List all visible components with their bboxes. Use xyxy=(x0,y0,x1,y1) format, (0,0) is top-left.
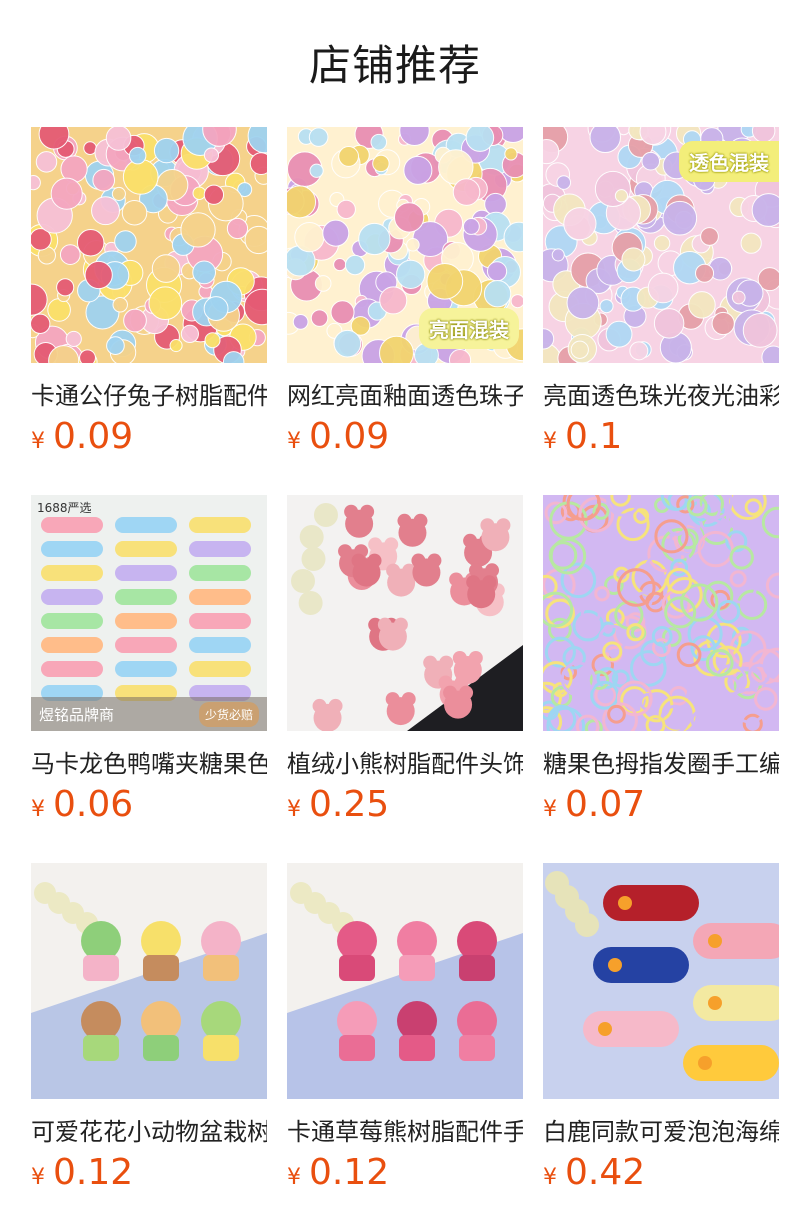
guarantee-tag: 少货必赔 xyxy=(198,701,259,727)
product-card[interactable]: 卡通草莓熊树脂配件手机 ¥ 0.12 xyxy=(287,863,523,1231)
product-price: ¥ 0.12 xyxy=(31,1153,267,1193)
price-value: 0.12 xyxy=(53,1152,134,1193)
currency-symbol: ¥ xyxy=(31,797,45,822)
product-image[interactable]: 1688严选 煜铭品牌商 少货必赔 xyxy=(31,495,267,731)
currency-symbol: ¥ xyxy=(287,429,301,454)
product-price: ¥ 0.09 xyxy=(287,417,523,457)
product-image[interactable] xyxy=(31,863,267,1099)
price-value: 0.06 xyxy=(53,784,134,825)
product-image[interactable] xyxy=(543,863,779,1099)
product-image[interactable] xyxy=(287,863,523,1099)
product-photo xyxy=(287,863,523,1061)
product-price: ¥ 0.1 xyxy=(543,417,779,457)
image-badge: 透色混装 xyxy=(679,141,779,182)
price-value: 0.09 xyxy=(53,416,134,457)
product-card[interactable]: 白鹿同款可爱泡泡海绵发夹 ¥ 0.42 xyxy=(543,863,779,1231)
product-photo xyxy=(31,127,267,363)
product-price: ¥ 0.07 xyxy=(543,785,779,825)
product-photo xyxy=(287,495,523,731)
price-value: 0.07 xyxy=(565,784,646,825)
product-image[interactable] xyxy=(287,495,523,731)
corner-tag: 1688严选 xyxy=(37,501,92,515)
product-price: ¥ 0.42 xyxy=(543,1153,779,1193)
product-card[interactable]: 亮面混装 网红亮面釉面透色珠子 ¥ 0.09 xyxy=(287,127,523,495)
brand-name: 煜铭品牌商 xyxy=(39,705,115,724)
product-photo xyxy=(543,495,779,731)
product-price: ¥ 0.06 xyxy=(31,785,267,825)
page-title: 店铺推荐 xyxy=(308,41,481,90)
currency-symbol: ¥ xyxy=(543,429,557,454)
product-name[interactable]: 植绒小熊树脂配件头饰 xyxy=(287,747,523,781)
price-value: 0.12 xyxy=(309,1152,390,1193)
product-image[interactable] xyxy=(31,127,267,363)
product-name[interactable]: 糖果色拇指发圈手工编织 xyxy=(543,747,779,781)
product-card[interactable]: 1688严选 煜铭品牌商 少货必赔 马卡龙色鸭嘴夹糖果色 ¥ 0.06 xyxy=(31,495,267,863)
product-name[interactable]: 白鹿同款可爱泡泡海绵发夹 xyxy=(543,1115,779,1149)
product-photo xyxy=(543,863,779,1099)
product-card[interactable]: 可爱花花小动物盆栽树脂 ¥ 0.12 xyxy=(31,863,267,1231)
product-image[interactable] xyxy=(543,495,779,731)
currency-symbol: ¥ xyxy=(31,1165,45,1190)
product-photo xyxy=(41,517,251,701)
product-card[interactable]: 植绒小熊树脂配件头饰 ¥ 0.25 xyxy=(287,495,523,863)
currency-symbol: ¥ xyxy=(543,797,557,822)
product-photo xyxy=(31,863,267,1061)
price-value: 0.1 xyxy=(565,416,623,457)
product-name[interactable]: 卡通公仔兔子树脂配件 xyxy=(31,379,267,413)
product-price: ¥ 0.25 xyxy=(287,785,523,825)
price-value: 0.42 xyxy=(565,1152,646,1193)
product-card[interactable]: 糖果色拇指发圈手工编织 ¥ 0.07 xyxy=(543,495,779,863)
currency-symbol: ¥ xyxy=(31,429,45,454)
currency-symbol: ¥ xyxy=(543,1165,557,1190)
product-name[interactable]: 可爱花花小动物盆栽树脂 xyxy=(31,1115,267,1149)
product-name[interactable]: 卡通草莓熊树脂配件手机 xyxy=(287,1115,523,1149)
product-card[interactable]: 透色混装 亮面透色珠光夜光油彩 ¥ 0.1 xyxy=(543,127,779,495)
product-image[interactable]: 透色混装 xyxy=(543,127,779,363)
product-image[interactable]: 亮面混装 xyxy=(287,127,523,363)
price-value: 0.25 xyxy=(309,784,390,825)
price-value: 0.09 xyxy=(309,416,390,457)
product-price: ¥ 0.12 xyxy=(287,1153,523,1193)
product-name[interactable]: 亮面透色珠光夜光油彩 xyxy=(543,379,779,413)
image-badge: 亮面混装 xyxy=(419,308,519,349)
brand-strip: 煜铭品牌商 少货必赔 xyxy=(31,697,267,731)
currency-symbol: ¥ xyxy=(287,797,301,822)
currency-symbol: ¥ xyxy=(287,1165,301,1190)
product-grid: 卡通公仔兔子树脂配件 ¥ 0.09 亮面混装 网红亮面釉面透色珠子 ¥ 0.09… xyxy=(31,127,779,1231)
product-card[interactable]: 卡通公仔兔子树脂配件 ¥ 0.09 xyxy=(31,127,267,495)
product-name[interactable]: 马卡龙色鸭嘴夹糖果色 xyxy=(31,747,267,781)
product-name[interactable]: 网红亮面釉面透色珠子 xyxy=(287,379,523,413)
product-price: ¥ 0.09 xyxy=(31,417,267,457)
